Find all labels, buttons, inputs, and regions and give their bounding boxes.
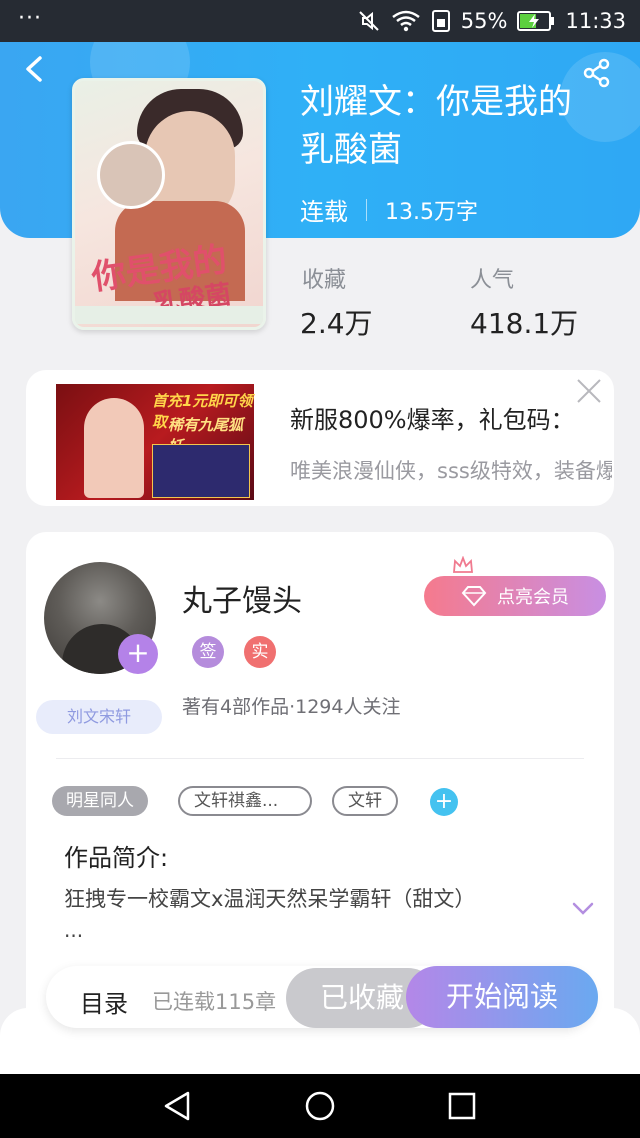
meta-divider (366, 198, 367, 221)
clock: 11:33 (565, 9, 626, 33)
fan-group-badge[interactable]: 刘文宋轩 (36, 700, 162, 734)
divider (56, 758, 584, 759)
tag-item[interactable]: 文轩祺鑫... (178, 786, 312, 816)
close-icon[interactable] (576, 378, 602, 404)
navigation-bar (0, 1074, 640, 1138)
chevron-down-icon[interactable] (572, 902, 594, 916)
toc-button[interactable]: 目录 (80, 984, 128, 1019)
ad-character (84, 398, 144, 498)
mute-icon (359, 11, 379, 31)
battery-percent: 55% (460, 9, 508, 33)
cover-mini-portrait (97, 141, 165, 209)
signed-badge: 签 (192, 636, 224, 668)
tag-item[interactable]: 文轩 (332, 786, 398, 816)
nav-back-icon[interactable] (162, 1090, 194, 1122)
serial-status: 连载 (300, 198, 348, 226)
sim-icon (431, 10, 450, 32)
chapter-count: 已连载115章 (152, 990, 277, 1014)
nav-recent-icon[interactable] (448, 1092, 476, 1120)
follow-plus-icon[interactable]: + (118, 634, 158, 674)
author-name[interactable]: 丸子馒头 (182, 576, 302, 620)
vip-button[interactable]: 点亮会员 (424, 576, 606, 616)
intro-label: 作品简介: (64, 844, 169, 872)
status-bar: ··· 55% 11:33 (0, 0, 640, 42)
start-reading-button[interactable]: 开始阅读 (406, 966, 598, 1028)
crown-icon (453, 556, 473, 573)
battery-charging-icon (517, 11, 555, 31)
tag-category[interactable]: 明星同人 (52, 786, 148, 816)
back-arrow-icon[interactable] (22, 54, 48, 84)
cover-bottom-strip (75, 306, 263, 324)
nav-home-icon[interactable] (304, 1090, 336, 1122)
add-tag-icon[interactable]: + (430, 788, 458, 816)
book-meta: 连载 13.5万字 (300, 192, 478, 227)
favorites-label: 收藏 (302, 268, 347, 293)
popularity-label: 人气 (470, 268, 515, 293)
wifi-icon (392, 10, 420, 32)
ad-image[interactable]: 首充1元即可领取 稀有九尾狐妖 (56, 384, 254, 500)
ad-title[interactable]: 新服800%爆率，礼包码： (290, 400, 575, 435)
ad-stat-panel (152, 444, 250, 498)
author-stats: 著有4部作品·1294人关注 (182, 696, 401, 718)
diamond-icon (461, 586, 487, 607)
book-cover[interactable]: 你是我的 乳酸菌 (72, 78, 266, 330)
verified-badge: 实 (244, 636, 276, 668)
intro-ellipsis: ... (64, 918, 84, 942)
word-count: 13.5万字 (385, 199, 478, 225)
vip-label: 点亮会员 (497, 587, 569, 608)
ad-banner[interactable]: 首充1元即可领取 稀有九尾狐妖 新服800%爆率，礼包码： 唯美浪漫仙侠，sss… (26, 370, 614, 506)
book-title: 刘耀文：你是我的乳酸菌 (300, 82, 572, 170)
overflow-indicator: ··· (18, 6, 42, 31)
ad-description: 唯美浪漫仙侠，sss级特效，装备爆 (290, 459, 612, 483)
intro-text: 狂拽专一校霸文x温润天然呆学霸轩（甜文） (64, 887, 476, 911)
popularity-count: 418.1万 (470, 307, 579, 340)
favorites-count: 2.4万 (300, 307, 373, 340)
